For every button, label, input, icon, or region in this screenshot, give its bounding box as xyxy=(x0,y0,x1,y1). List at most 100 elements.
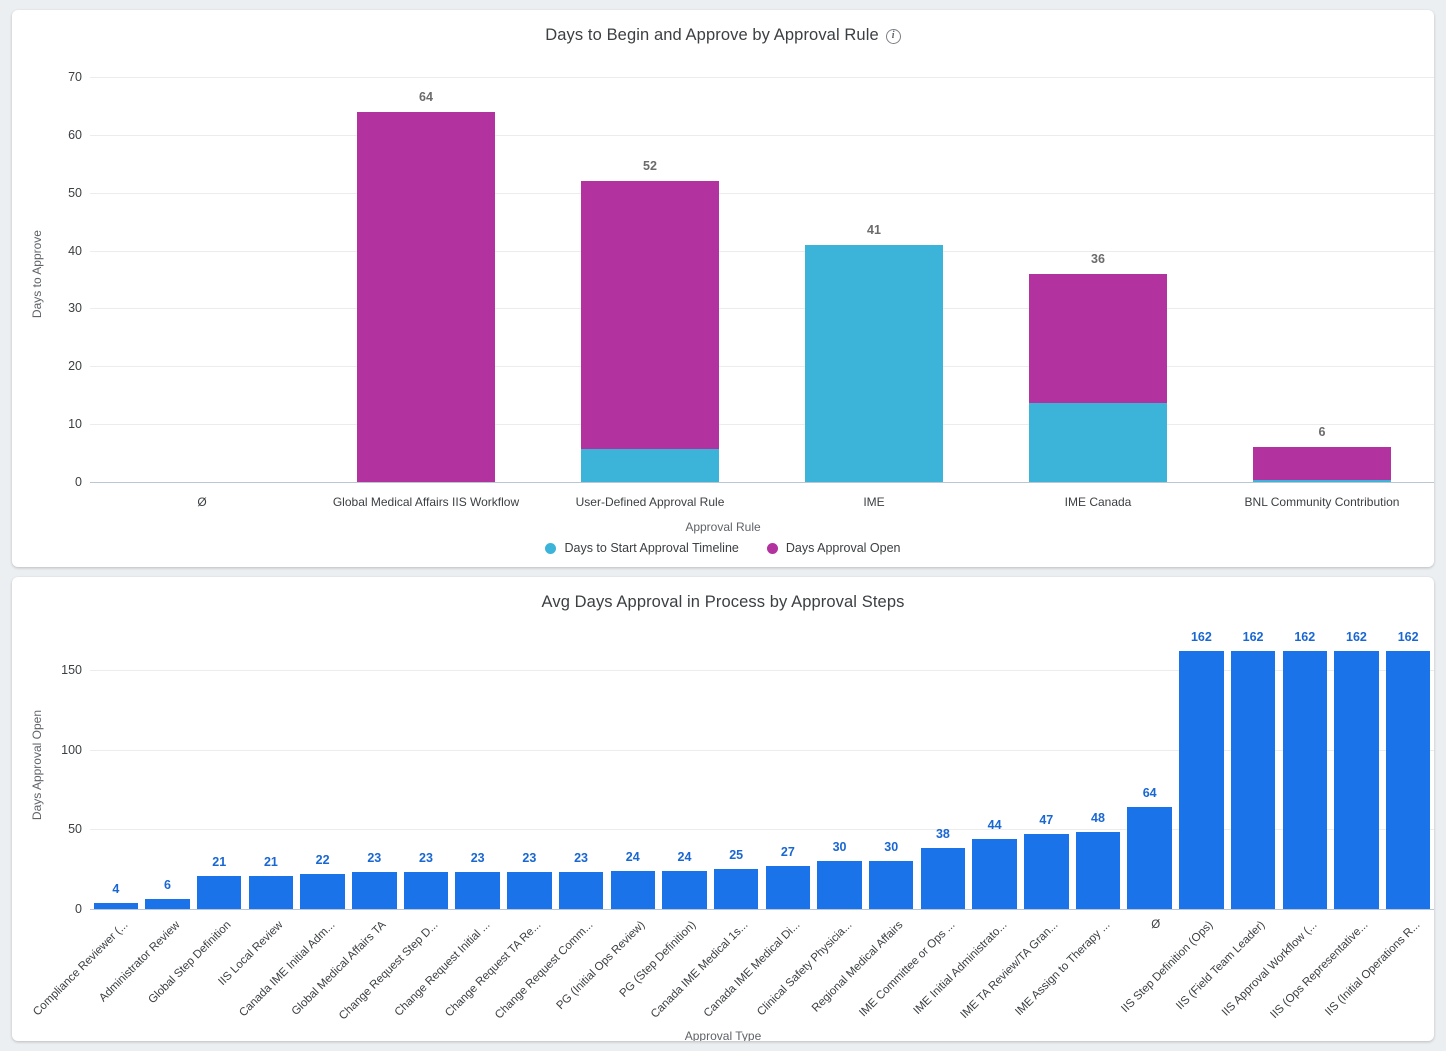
gridline xyxy=(90,909,1434,910)
x-axis-category-label: Change Request TA Re... xyxy=(443,919,544,1020)
x-axis-category-label: Ø xyxy=(197,495,207,509)
x-axis-category-label: Global Medical Affairs TA xyxy=(289,919,389,1018)
bar-segment-days-to-start[interactable] xyxy=(1028,402,1168,482)
dashboard-page: Days to Begin and Approve by Approval Ru… xyxy=(0,0,1446,1051)
x-axis-category-label: Change Request Comm... xyxy=(493,919,596,1022)
y-axis-tick: 60 xyxy=(68,127,82,142)
bar[interactable] xyxy=(403,872,449,909)
chart2-x-axis-title: Approval Type xyxy=(684,1029,762,1041)
x-axis-category-label: IME Canada xyxy=(1064,495,1132,509)
x-axis-category-label: Clinical Safety Physicia... xyxy=(754,919,855,1019)
bar-stack[interactable] xyxy=(1252,447,1392,482)
bar[interactable] xyxy=(1179,650,1224,909)
bar[interactable] xyxy=(610,870,655,909)
x-axis-category-label: Change Request Step D... xyxy=(337,919,441,1023)
bar-value-label: 41 xyxy=(867,222,881,237)
chart1-title: Days to Begin and Approve by Approval Ru… xyxy=(545,26,879,44)
info-icon[interactable]: i xyxy=(885,29,901,44)
x-axis-category-label: IIS (Field Team Leader) xyxy=(1174,919,1268,1013)
bar[interactable] xyxy=(1075,832,1121,909)
bar-value-label: 6 xyxy=(1318,425,1326,440)
chart1-plot: Days to Approve 0 10 20 30 40 50 60 70 Ø 64 Global … xyxy=(12,45,1434,545)
gridline xyxy=(90,134,1434,136)
bar[interactable] xyxy=(197,875,242,909)
x-axis-category-label: Canada IME Initial Adm... xyxy=(236,919,338,1020)
y-axis-tick: 100 xyxy=(61,742,82,757)
x-axis-category-label: IME Initial Administrato... xyxy=(911,919,1010,1017)
chart-card-approval-rule: Days to Begin and Approve by Approval Ru… xyxy=(12,10,1434,567)
bar-stack[interactable] xyxy=(1028,273,1168,482)
x-axis-category-label: IIS (Initial Operations R... xyxy=(1323,919,1423,1019)
bar[interactable] xyxy=(765,865,811,909)
y-axis-tick: 30 xyxy=(68,301,82,316)
y-axis-tick: 20 xyxy=(68,359,82,374)
gridline xyxy=(90,77,1434,78)
bar[interactable] xyxy=(248,875,294,909)
y-axis-tick: 150 xyxy=(61,662,82,677)
bar[interactable] xyxy=(1024,834,1069,909)
y-axis-tick: 50 xyxy=(68,822,82,837)
chart2-title: Avg Days Approval in Process by Approval… xyxy=(541,593,905,611)
x-axis-category-label: IME TA Review/TA Gran... xyxy=(958,919,1061,1022)
y-axis-tick: 0 xyxy=(75,475,82,489)
bar-segment-days-to-start[interactable] xyxy=(804,244,944,482)
chart-card-approval-steps: Avg Days Approval in Process by Approval… xyxy=(12,577,1434,1041)
bar[interactable] xyxy=(93,902,139,909)
legend-item-days-to-start[interactable]: Days to Start Approval Timeline xyxy=(545,541,739,555)
chart1-x-axis-title: Approval Rule xyxy=(685,520,761,534)
legend-item-days-approval-open[interactable]: Days Approval Open xyxy=(766,541,901,555)
bar[interactable] xyxy=(1127,806,1172,909)
gridline xyxy=(90,308,1434,310)
bar-segment-days-approval-open[interactable] xyxy=(356,111,496,482)
bar-segment-days-approval-open[interactable] xyxy=(1028,273,1168,403)
bar[interactable] xyxy=(817,861,862,909)
x-axis-category-label: IME xyxy=(863,495,885,509)
x-axis-category-label: IIS (Ops Representative... xyxy=(1268,919,1371,1022)
x-axis-category-label: BNL Community Contribution xyxy=(1244,495,1400,509)
bar[interactable] xyxy=(145,899,190,909)
bar[interactable] xyxy=(507,872,552,909)
x-axis-category-label: User-Defined Approval Rule xyxy=(575,495,725,509)
bar-segment-days-to-start[interactable] xyxy=(1252,480,1392,482)
x-axis-category-label: IME Assign to Therapy ... xyxy=(1013,919,1113,1019)
gridline xyxy=(90,366,1434,368)
y-axis-tick: 10 xyxy=(68,417,82,432)
x-axis-category-label: Canada IME Medical 1s... xyxy=(649,919,751,1021)
bar-value-label: 52 xyxy=(643,159,657,174)
bar[interactable] xyxy=(300,873,345,909)
chart1-legend: Days to Start Approval Timeline Days Appr… xyxy=(12,541,1434,555)
bar-value-label: 162 xyxy=(1397,629,1419,644)
bar[interactable] xyxy=(920,848,966,909)
bar-stack[interactable] xyxy=(580,181,720,482)
bar[interactable] xyxy=(1230,650,1276,909)
legend-color-swatch xyxy=(766,542,778,554)
bar[interactable] xyxy=(662,870,707,909)
bar[interactable] xyxy=(558,872,604,909)
bar-stack[interactable] xyxy=(804,244,944,482)
bar[interactable] xyxy=(1334,650,1379,909)
bar[interactable] xyxy=(1282,650,1327,909)
y-axis-tick: 50 xyxy=(68,185,82,200)
gridline xyxy=(90,192,1434,194)
bar[interactable] xyxy=(455,872,500,909)
bar-value-label: 64 xyxy=(419,89,433,104)
x-axis-category-label: Change Request Initial ... xyxy=(392,919,493,1019)
y-axis-tick: 70 xyxy=(68,70,82,84)
legend-label: Days Approval Open xyxy=(785,541,901,555)
bar-segment-days-approval-open[interactable] xyxy=(1252,447,1392,481)
x-axis-category-label: PG (Initial Ops Review) xyxy=(554,919,648,1012)
chart2-y-axis-title: Days Approval Open xyxy=(30,709,44,820)
bar[interactable] xyxy=(713,869,759,909)
legend-label: Days to Start Approval Timeline xyxy=(564,541,739,555)
y-axis-tick: 0 xyxy=(75,902,82,916)
x-axis-category-label: Regional Medical Affairs xyxy=(810,919,906,1015)
bar[interactable] xyxy=(1385,650,1431,909)
bar-segment-days-approval-open[interactable] xyxy=(580,181,720,450)
bar[interactable] xyxy=(869,861,914,909)
x-axis-category-label: IME Committee or Ops ... xyxy=(857,919,958,1020)
bar[interactable] xyxy=(972,838,1017,909)
bar-segment-days-to-start[interactable] xyxy=(580,449,720,482)
bar[interactable] xyxy=(352,872,397,909)
x-axis-category-label: Compliance Reviewer (... xyxy=(31,919,131,1019)
bar-stack[interactable] xyxy=(356,111,496,482)
